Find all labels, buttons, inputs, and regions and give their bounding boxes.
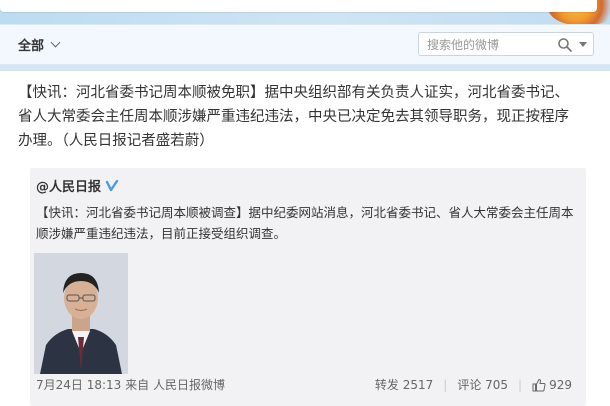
repost-text: 【快讯：河北省委书记周本顺被调查】据中纪委网站消息，河北省委书记、省人大常委会主… (36, 205, 574, 241)
filter-all-dropdown[interactable]: 全部 (18, 35, 61, 54)
like-count: 929 (549, 377, 572, 392)
verified-icon (105, 179, 119, 191)
feed-card: 【快讯：河北省委书记周本顺被免职】据中央组织部有关负责人证实，河北省委书记、省人… (0, 70, 610, 406)
search-options-caret-icon[interactable] (579, 42, 587, 47)
previous-card-edge (0, 0, 597, 12)
post-text: 【快讯：河北省委书记周本顺被免职】据中央组织部有关负责人证实，河北省委书记、省人… (18, 85, 569, 149)
thumbs-up-icon (532, 378, 546, 391)
action-divider: | (443, 377, 448, 392)
search-box (418, 32, 594, 56)
repost-author[interactable]: @人民日报 (36, 176, 119, 195)
filter-all-label: 全部 (18, 39, 45, 54)
repost-count-button[interactable]: 转发 2517 (375, 376, 433, 393)
search-input[interactable] (425, 35, 553, 55)
portrait-image (34, 253, 128, 374)
repost-time[interactable]: 7月24日 18:13 (36, 378, 121, 392)
repost-box: @人民日报 【快讯：河北省委书记周本顺被调查】据中纪委网站消息，河北省委书记、省… (30, 168, 586, 406)
comment-count-button[interactable]: 评论 705 (457, 376, 508, 393)
repost-author-name: @人民日报 (36, 180, 102, 195)
chevron-down-icon (50, 37, 61, 48)
action-divider: | (518, 377, 523, 392)
repost-meta: 7月24日 18:13 来自 人民日报微博 (36, 376, 225, 393)
repost-photo[interactable] (34, 253, 128, 374)
repost-source[interactable]: 人民日报微博 (153, 378, 225, 392)
search-icon[interactable] (557, 37, 573, 53)
like-button[interactable]: 929 (532, 378, 572, 392)
repost-actions: 转发 2517 | 评论 705 | 929 (375, 376, 572, 393)
repost-source-prefix: 来自 (125, 378, 150, 392)
filter-bar: 全部 (0, 24, 610, 65)
